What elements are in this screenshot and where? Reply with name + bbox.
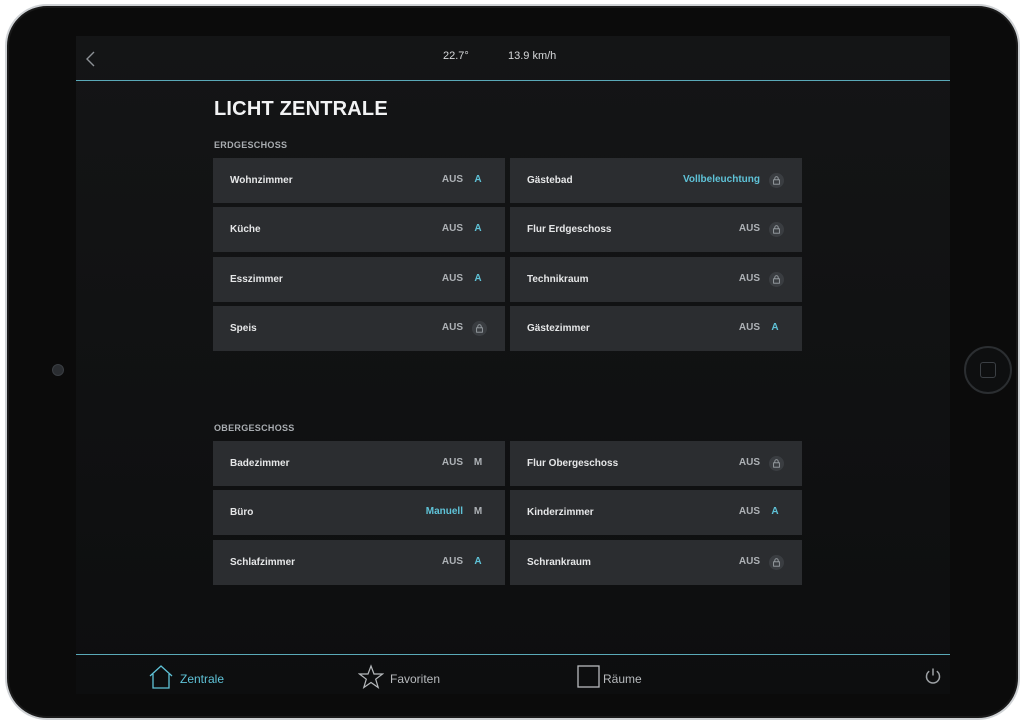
hardware-home-button[interactable] (964, 346, 1012, 394)
auto-mode-badge[interactable]: A (472, 273, 484, 284)
room-tile-badezimmer[interactable]: Badezimmer AUS M (213, 441, 505, 486)
nav-favoriten-label: Favoriten (390, 672, 441, 686)
room-tile-schlafzimmer[interactable]: Schlafzimmer AUS A (213, 539, 505, 585)
wind-readout: 13.9 km/h (508, 50, 557, 62)
room-tile-flur-erdgeschoss[interactable]: Flur Erdgeschoss AUS (510, 207, 802, 253)
section-title-erdgeschoss: ERDGESCHOSS (214, 140, 288, 150)
light-status: AUS (441, 321, 463, 333)
chevron-left-icon[interactable] (82, 50, 100, 68)
auto-mode-badge[interactable]: A (769, 322, 781, 333)
nav-zentrale-label: Zentrale (180, 672, 225, 686)
room-name: Technikraum (527, 273, 589, 285)
light-status: AUS (738, 321, 760, 333)
room-name: Schlafzimmer (230, 556, 296, 568)
room-name: Kinderzimmer (527, 507, 594, 519)
room-name: Gästezimmer (527, 322, 590, 334)
nav-favoriten[interactable]: Favoriten (358, 655, 448, 694)
home-icon (149, 665, 173, 689)
nav-raeume[interactable]: Räume (577, 655, 657, 694)
bottom-nav: Zentrale Favoriten Räume (76, 654, 950, 694)
room-name: Gästebad (527, 175, 573, 186)
temperature-readout: 22.7° (443, 50, 469, 62)
light-status: AUS (441, 555, 463, 567)
room-tile-technikraum[interactable]: Technikraum AUS (510, 256, 802, 302)
light-status: Vollbeleuchtung (682, 174, 760, 185)
room-tile-gaestebad[interactable]: Gästebad Vollbeleuchtung (510, 158, 802, 203)
room-tile-schrankraum[interactable]: Schrankraum AUS (510, 539, 802, 585)
room-tile-gaestezimmer[interactable]: Gästezimmer AUS A (510, 305, 802, 351)
nav-zentrale[interactable]: Zentrale (148, 655, 238, 694)
lock-icon[interactable] (769, 271, 784, 287)
lock-icon[interactable] (769, 222, 784, 238)
page-title: LICHT ZENTRALE (214, 98, 388, 120)
room-tile-esszimmer[interactable]: Esszimmer AUS A (213, 256, 505, 302)
room-name: Badezimmer (230, 458, 290, 469)
room-name: Flur Obergeschoss (527, 458, 619, 469)
light-status: AUS (441, 174, 463, 185)
light-status: AUS (738, 555, 760, 567)
room-name: Esszimmer (230, 273, 283, 285)
light-status: AUS (738, 457, 760, 468)
room-tile-speis[interactable]: Speis AUS (213, 305, 505, 351)
room-name: Büro (230, 507, 254, 519)
room-name: Schrankraum (527, 556, 591, 568)
camera-icon (52, 364, 64, 376)
auto-mode-badge[interactable]: A (472, 223, 484, 234)
auto-mode-badge[interactable]: A (472, 556, 484, 567)
auto-mode-badge[interactable]: A (472, 174, 484, 185)
square-icon (577, 665, 600, 688)
light-status: AUS (738, 223, 760, 235)
light-status: AUS (738, 272, 760, 284)
star-icon (358, 664, 384, 689)
manual-mode-badge[interactable]: M (472, 506, 484, 517)
light-status: AUS (738, 506, 760, 518)
tile-grid-erdgeschoss: Wohnzimmer AUS A Gästebad Vollbeleuchtung Küc… (213, 158, 803, 352)
room-name: Flur Erdgeschoss (527, 224, 612, 236)
light-status: AUS (441, 272, 463, 284)
room-tile-buero[interactable]: Büro Manuell M (213, 490, 505, 536)
tile-grid-obergeschoss: Badezimmer AUS M Flur Obergeschoss AUS Büro Ma… (213, 441, 803, 586)
room-name: Küche (230, 224, 261, 236)
manual-mode-badge[interactable]: M (472, 457, 484, 468)
light-status: AUS (441, 223, 463, 235)
lock-icon[interactable] (769, 554, 784, 570)
power-icon[interactable] (924, 667, 942, 685)
top-bar: 22.7° 13.9 km/h (76, 36, 950, 81)
section-title-obergeschoss: OBERGESCHOSS (214, 423, 295, 433)
room-tile-kueche[interactable]: Küche AUS A (213, 207, 505, 253)
light-status: AUS (441, 457, 463, 468)
room-name: Speis (230, 322, 257, 334)
room-tile-wohnzimmer[interactable]: Wohnzimmer AUS A (213, 158, 505, 203)
home-button-square-icon (980, 362, 996, 378)
lock-icon[interactable] (472, 320, 487, 336)
app-screen: 22.7° 13.9 km/h LICHT ZENTRALE ERDGESCHO… (76, 36, 950, 694)
room-tile-flur-obergeschoss[interactable]: Flur Obergeschoss AUS (510, 441, 802, 486)
lock-icon[interactable] (769, 173, 784, 188)
room-tile-kinderzimmer[interactable]: Kinderzimmer AUS A (510, 490, 802, 536)
room-name: Wohnzimmer (230, 175, 293, 186)
lock-icon[interactable] (769, 456, 784, 471)
auto-mode-badge[interactable]: A (769, 506, 781, 517)
nav-raeume-label: Räume (603, 672, 642, 686)
light-status: Manuell (425, 506, 463, 518)
